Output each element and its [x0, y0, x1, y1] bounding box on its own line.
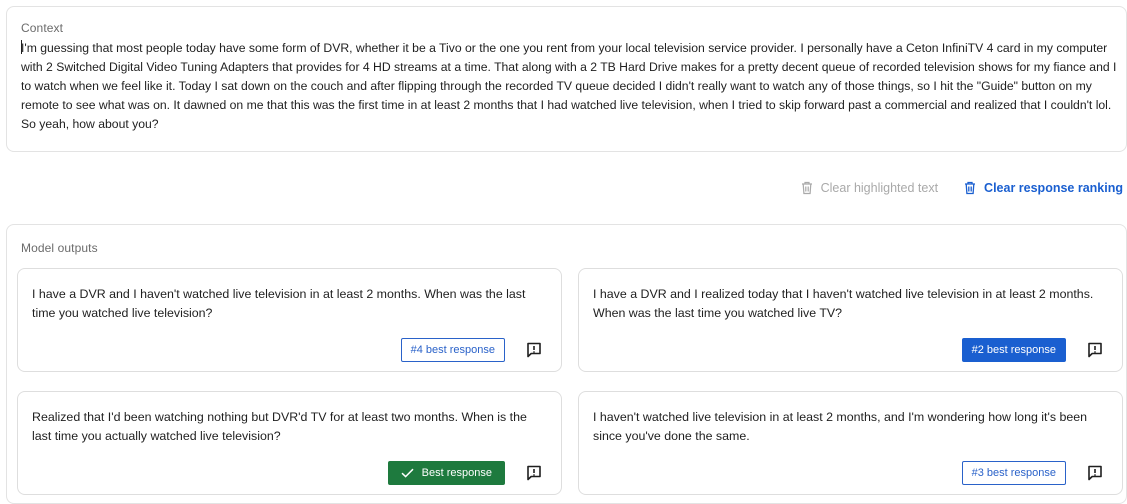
- context-panel: Context I'm guessing that most people to…: [6, 6, 1127, 152]
- response-card-2: I have a DVR and I realized today that I…: [578, 268, 1123, 372]
- rank-label: #4 best response: [410, 344, 495, 356]
- response-text: I have a DVR and I realized today that I…: [593, 287, 1094, 320]
- response-card-4: I haven't watched live television in at …: [578, 391, 1123, 495]
- rank-label: #2 best response: [971, 344, 1056, 356]
- response-footer: #3 best response: [961, 461, 1104, 485]
- context-text-content: I'm guessing that most people today have…: [21, 41, 1117, 131]
- model-outputs-panel: Model outputs I have a DVR and I haven't…: [6, 224, 1127, 504]
- responses-grid: I have a DVR and I haven't watched live …: [17, 268, 1123, 495]
- ranking-toolbar: Clear highlighted text Clear response ra…: [801, 178, 1123, 198]
- clear-response-ranking-label: Clear response ranking: [984, 181, 1123, 195]
- model-outputs-label: Model outputs: [21, 241, 98, 255]
- context-label: Context: [21, 21, 64, 35]
- clear-response-ranking-button[interactable]: Clear response ranking: [964, 181, 1123, 195]
- feedback-icon[interactable]: [1086, 464, 1104, 482]
- response-card-1: I have a DVR and I haven't watched live …: [17, 268, 562, 372]
- best-response-button[interactable]: Best response: [387, 461, 505, 485]
- response-footer: Best response: [387, 461, 543, 485]
- response-footer: #2 best response: [961, 338, 1104, 362]
- clear-highlighted-text-button[interactable]: Clear highlighted text: [801, 181, 938, 195]
- feedback-icon[interactable]: [1086, 341, 1104, 359]
- response-footer: #4 best response: [400, 338, 543, 362]
- feedback-icon[interactable]: [525, 341, 543, 359]
- clear-highlighted-text-label: Clear highlighted text: [820, 181, 939, 195]
- response-text: I have a DVR and I haven't watched live …: [32, 287, 526, 320]
- rank-button[interactable]: #4 best response: [400, 338, 505, 362]
- context-text[interactable]: I'm guessing that most people today have…: [21, 39, 1121, 134]
- feedback-icon[interactable]: [525, 464, 543, 482]
- response-text: I haven't watched live television in at …: [593, 410, 1088, 443]
- trash-icon: [801, 181, 812, 195]
- response-text: Realized that I'd been watching nothing …: [32, 410, 527, 443]
- check-icon: [401, 468, 414, 478]
- rank-label: #3 best response: [971, 467, 1056, 479]
- rank-label: Best response: [421, 467, 492, 479]
- rank-button[interactable]: #2 best response: [961, 338, 1066, 362]
- rank-button[interactable]: #3 best response: [961, 461, 1066, 485]
- trash-icon: [965, 181, 976, 195]
- response-card-3: Realized that I'd been watching nothing …: [17, 391, 562, 495]
